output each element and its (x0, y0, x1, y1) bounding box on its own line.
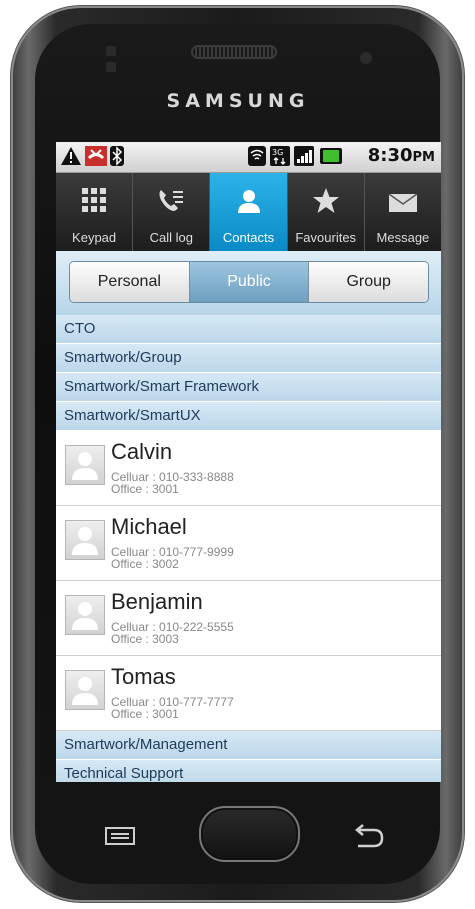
contact-name: Calvin (111, 439, 173, 464)
group-header[interactable]: Smartwork/Smart Framework (56, 373, 441, 402)
tab-label: Message (376, 230, 430, 245)
star-icon (312, 188, 339, 213)
battery-icon (320, 148, 342, 164)
tab-favourites[interactable]: Favourites (288, 173, 365, 251)
tab-label: Contacts (222, 230, 275, 245)
network-3g-icon: 3G (270, 146, 290, 166)
segment-group[interactable]: Group (309, 262, 428, 302)
wifi-icon (248, 146, 266, 166)
tab-label: Keypad (72, 230, 117, 245)
clock: 8:30PM (367, 145, 435, 166)
group-header[interactable]: Smartwork/Management (56, 731, 441, 760)
contact-icon (237, 190, 260, 213)
segment-public[interactable]: Public (189, 262, 310, 302)
contact-office: Office : 3003 (111, 632, 179, 646)
contact-name: Tomas (111, 664, 176, 689)
contact-item[interactable]: Benjamin Celluar : 010-222-5555 Office :… (56, 581, 441, 656)
group-header[interactable]: Smartwork/Group (56, 344, 441, 373)
contact-item[interactable]: Tomas Celluar : 010-777-7777 Office : 30… (56, 656, 441, 731)
warning-icon (61, 147, 81, 165)
tab-contacts[interactable]: Contacts (210, 173, 288, 251)
group-header[interactable]: CTO (56, 315, 441, 344)
signal-icon (294, 146, 314, 166)
call-log-icon (159, 190, 184, 211)
tab-label: Favourites (295, 230, 357, 245)
bluetooth-icon (110, 146, 124, 166)
tab-keypad[interactable]: Keypad (56, 173, 134, 251)
keypad-icon (82, 188, 107, 212)
menu-key-icon[interactable] (104, 825, 136, 847)
svg-text:3G: 3G (272, 148, 283, 157)
person-icon (72, 527, 98, 555)
person-icon (72, 602, 98, 630)
person-icon (72, 452, 98, 480)
front-camera (360, 52, 372, 64)
tab-message[interactable]: Message (365, 173, 441, 251)
screen: 3G 8:30PM Keypad Call log Contacts Favou… (56, 142, 441, 782)
missed-call-icon (85, 146, 107, 166)
avatar (65, 520, 105, 560)
back-key-icon[interactable] (350, 824, 384, 850)
contact-office: Office : 3002 (111, 557, 179, 571)
contact-office: Office : 3001 (111, 482, 179, 496)
group-header[interactable]: Smartwork/SmartUX (56, 402, 441, 431)
earpiece-speaker (191, 45, 277, 59)
envelope-icon (388, 193, 418, 212)
home-button[interactable] (199, 806, 300, 862)
tab-label: Call log (149, 230, 193, 245)
segmented-control: Personal Public Group (69, 261, 429, 303)
contact-item[interactable]: Michael Celluar : 010-777-9999 Office : … (56, 506, 441, 581)
segment-bar: Personal Public Group (56, 251, 441, 315)
contact-name: Michael (111, 514, 187, 539)
avatar (65, 595, 105, 635)
sensor (106, 62, 116, 72)
contact-name: Benjamin (111, 589, 203, 614)
tab-call-log[interactable]: Call log (133, 173, 211, 251)
tab-bar: Keypad Call log Contacts Favourites Mess… (56, 173, 441, 251)
avatar (65, 670, 105, 710)
brand-logo: SAMSUNG (166, 90, 310, 112)
contact-office: Office : 3001 (111, 707, 179, 721)
avatar (65, 445, 105, 485)
sensor (106, 46, 116, 56)
group-header[interactable]: Technical Support (56, 760, 441, 782)
status-bar: 3G 8:30PM (56, 142, 441, 173)
person-icon (72, 677, 98, 705)
segment-personal[interactable]: Personal (70, 262, 190, 302)
contact-item[interactable]: Calvin Celluar : 010-333-8888 Office : 3… (56, 431, 441, 506)
